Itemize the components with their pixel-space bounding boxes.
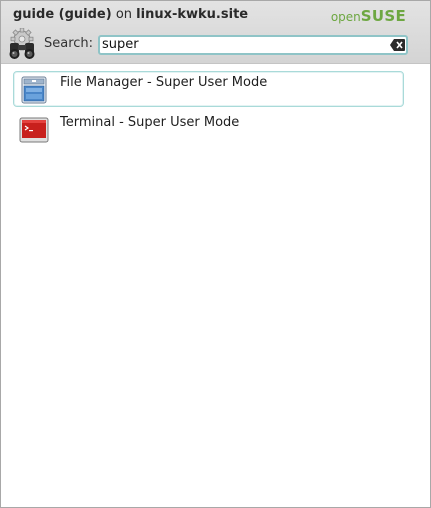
result-label: File Manager - Super User Mode	[60, 75, 268, 90]
app-finder-window: guide (guide) on linux-kwku.site openSUS…	[0, 0, 431, 508]
clear-text-icon[interactable]	[390, 39, 405, 51]
result-label: Terminal - Super User Mode	[60, 115, 240, 130]
result-terminal[interactable]: Terminal - Super User Mode	[13, 111, 404, 147]
search-input[interactable]	[102, 37, 382, 53]
results-list: File Manager - Super User Mode Terminal …	[13, 71, 404, 151]
host-name: linux-kwku.site	[136, 7, 249, 22]
user-host-line: guide (guide) on linux-kwku.site	[13, 7, 248, 22]
header-bar: guide (guide) on linux-kwku.site openSUS…	[1, 1, 430, 64]
result-file-manager[interactable]: File Manager - Super User Mode	[13, 71, 404, 107]
search-field[interactable]	[98, 35, 408, 55]
opensuse-logo: openSUSE	[331, 7, 406, 25]
brand-light-text: open	[330, 10, 361, 24]
search-label: Search:	[44, 36, 94, 51]
binoculars-icon	[9, 28, 35, 59]
on-text: on	[115, 7, 133, 22]
user-name: guide (guide)	[13, 7, 112, 22]
file-manager-icon	[21, 76, 47, 104]
terminal-icon	[19, 117, 49, 143]
brand-heavy-text: SUSE	[360, 7, 406, 25]
